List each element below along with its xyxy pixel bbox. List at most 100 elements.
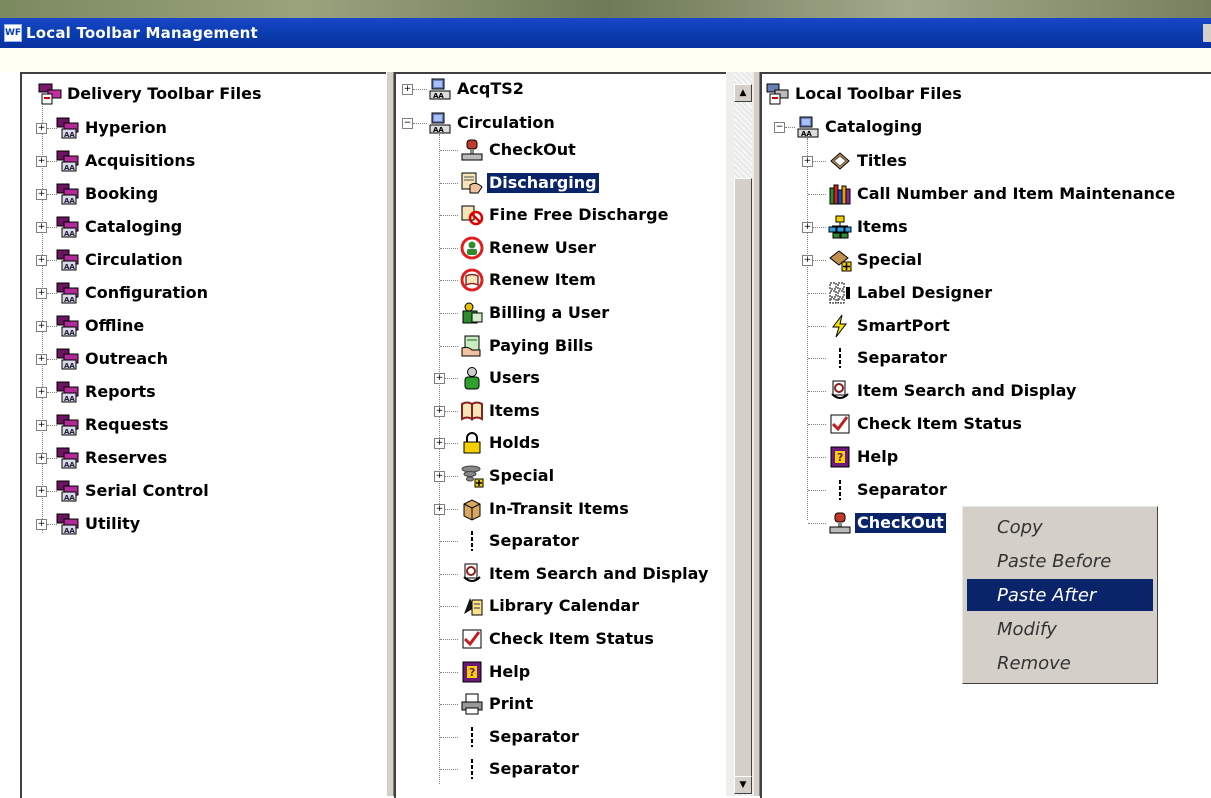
tree-node-checkout[interactable]: CheckOut (828, 511, 946, 535)
tree-label: Items (857, 216, 908, 236)
tree-node-serial-control[interactable]: AA Serial Control (56, 479, 211, 503)
tree-node-print[interactable]: Print (460, 692, 535, 716)
tree-node-holds[interactable]: Holds (460, 431, 542, 455)
menu-item-paste-after[interactable]: Paste After (967, 579, 1153, 611)
scroll-down-button[interactable]: ▼ (734, 776, 752, 794)
module-icon: AA (56, 512, 80, 536)
window-titlebar[interactable]: WF Local Toolbar Management (0, 18, 1211, 48)
tree-node-paying-bills[interactable]: Paying Bills (460, 334, 595, 358)
tree-node-offline[interactable]: AA Offline (56, 314, 146, 338)
tree-node-acquisitions[interactable]: AA Acquisitions (56, 149, 197, 173)
expand-toggle[interactable]: + (36, 420, 47, 431)
tree-node-special[interactable]: Special (828, 248, 924, 272)
tree-node-circulation[interactable]: AA Circulation (56, 248, 185, 272)
collapse-toggle[interactable]: − (774, 122, 785, 133)
tree-node-items[interactable]: Items (460, 399, 542, 423)
tree-node-separator[interactable]: Separator (460, 529, 581, 553)
panel-splitter[interactable] (386, 72, 394, 796)
tree-node-acqts2[interactable]: AA AcqTS2 (428, 77, 526, 101)
expand-toggle[interactable]: + (36, 222, 47, 233)
expand-toggle[interactable]: + (434, 471, 445, 482)
expand-toggle[interactable]: + (802, 156, 813, 167)
tree-node-label-designer[interactable]: Label Designer (828, 281, 994, 305)
menu-item-modify[interactable]: Modify (967, 613, 1153, 645)
expand-toggle[interactable]: + (36, 156, 47, 167)
module-icon: AA (56, 215, 80, 239)
tree-root-local[interactable]: Local Toolbar Files (766, 82, 964, 106)
tree-node-utility[interactable]: AA Utility (56, 512, 142, 536)
expand-toggle[interactable]: + (36, 453, 47, 464)
tree-root-delivery[interactable]: Delivery Toolbar Files (38, 82, 264, 106)
tree-node-configuration[interactable]: AA Configuration (56, 281, 210, 305)
tree-node-outreach[interactable]: AA Outreach (56, 347, 170, 371)
svg-text:AA: AA (64, 527, 75, 535)
expand-toggle[interactable]: + (802, 221, 813, 233)
tree-node-hyperion[interactable]: AA Hyperion (56, 116, 169, 140)
expand-toggle[interactable]: + (402, 84, 413, 95)
tree-node-reports[interactable]: AA Reports (56, 380, 158, 404)
tree-node-help[interactable]: ? Help (828, 445, 900, 469)
collapse-toggle[interactable]: − (402, 118, 413, 129)
menu-item-paste-before[interactable]: Paste Before (967, 545, 1153, 577)
expand-toggle[interactable]: + (36, 354, 47, 365)
tree-node-check-item-status[interactable]: Check Item Status (828, 412, 1024, 436)
tree-node-fine-free-discharge[interactable]: Fine Free Discharge (460, 203, 670, 227)
expand-toggle[interactable]: + (36, 519, 47, 530)
tree-node-renew-user[interactable]: Renew User (460, 236, 598, 260)
expand-toggle[interactable]: + (802, 254, 813, 266)
context-menu[interactable]: Copy Paste Before Paste After Modify Remove (962, 506, 1158, 684)
tree-node-separator[interactable]: Separator (828, 346, 949, 370)
expand-toggle[interactable]: + (36, 288, 47, 299)
tree-label: Separator (857, 480, 947, 499)
tree-node-renew-item[interactable]: Renew Item (460, 268, 598, 292)
tree-node-circulation[interactable]: AA Circulation (428, 111, 557, 135)
tree-node-discharging[interactable]: Discharging (460, 171, 599, 195)
tree-node-reserves[interactable]: AA Reserves (56, 446, 169, 470)
expand-toggle[interactable]: + (36, 189, 47, 200)
circulation-tree[interactable]: + AA AcqTS2 − AA Circulation CheckOut Dis… (394, 72, 726, 798)
tree-node-library-calendar[interactable]: Library Calendar (460, 594, 641, 618)
scroll-up-button[interactable]: ▲ (734, 84, 752, 102)
window-control-button[interactable] (1203, 24, 1211, 42)
expand-toggle[interactable]: + (36, 387, 47, 398)
tree-node-cataloging[interactable]: AA Cataloging (796, 115, 924, 139)
tree-node-in-transit-items[interactable]: In-Transit Items (460, 497, 631, 521)
tree-node-call-number-and-item-maintenance[interactable]: Call Number and Item Maintenance (828, 182, 1177, 206)
expand-toggle[interactable]: + (434, 438, 445, 450)
menu-item-remove[interactable]: Remove (967, 647, 1153, 679)
tree-node-item-search-and-display[interactable]: Item Search and Display (460, 562, 710, 586)
expand-toggle[interactable]: + (36, 486, 47, 497)
tree-node-titles[interactable]: Titles (828, 149, 909, 173)
expand-toggle[interactable]: + (36, 321, 47, 332)
tree-node-items[interactable]: Items (828, 215, 910, 239)
expand-toggle[interactable]: + (36, 123, 47, 134)
module-icon: AA (56, 182, 80, 206)
tree-label: Separator (489, 759, 579, 779)
tree-node-separator[interactable]: Separator (828, 478, 949, 502)
separator-icon (460, 529, 484, 553)
tree-node-users[interactable]: Users (460, 366, 542, 390)
menu-item-copy[interactable]: Copy (967, 511, 1153, 543)
delivery-toolbar-tree[interactable]: Delivery Toolbar Files + AA Hyperion + AA Acq… (20, 72, 386, 798)
expand-toggle[interactable]: + (434, 503, 445, 515)
tree-node-cataloging[interactable]: AA Cataloging (56, 215, 184, 239)
expand-toggle[interactable]: + (434, 373, 445, 385)
tree-node-special[interactable]: Special (460, 464, 556, 488)
scroll-thumb[interactable] (734, 178, 752, 790)
tree-node-booking[interactable]: AA Booking (56, 182, 160, 206)
tree-node-help[interactable]: ? Help (460, 660, 532, 684)
local-toolbar-tree[interactable]: Local Toolbar Files − AA Cataloging + Tit… (760, 72, 1211, 798)
tree-node-separator[interactable]: Separator (460, 725, 581, 749)
tree-label: In-Transit Items (489, 498, 629, 518)
middle-scrollbar[interactable]: ▲ ▼ (726, 72, 754, 796)
tree-node-check-item-status[interactable]: Check Item Status (460, 627, 656, 651)
tree-node-item-search-and-display[interactable]: Item Search and Display (828, 379, 1078, 403)
expand-toggle[interactable]: + (36, 255, 47, 266)
tree-label: Users (489, 368, 540, 388)
tree-node-requests[interactable]: AA Requests (56, 413, 171, 437)
tree-node-smartport[interactable]: SmartPort (828, 314, 952, 338)
expand-toggle[interactable]: + (434, 405, 445, 417)
tree-node-checkout[interactable]: CheckOut (460, 138, 578, 162)
tree-node-separator[interactable]: Separator (460, 757, 581, 781)
tree-node-billing-a-user[interactable]: Billing a User (460, 301, 611, 325)
